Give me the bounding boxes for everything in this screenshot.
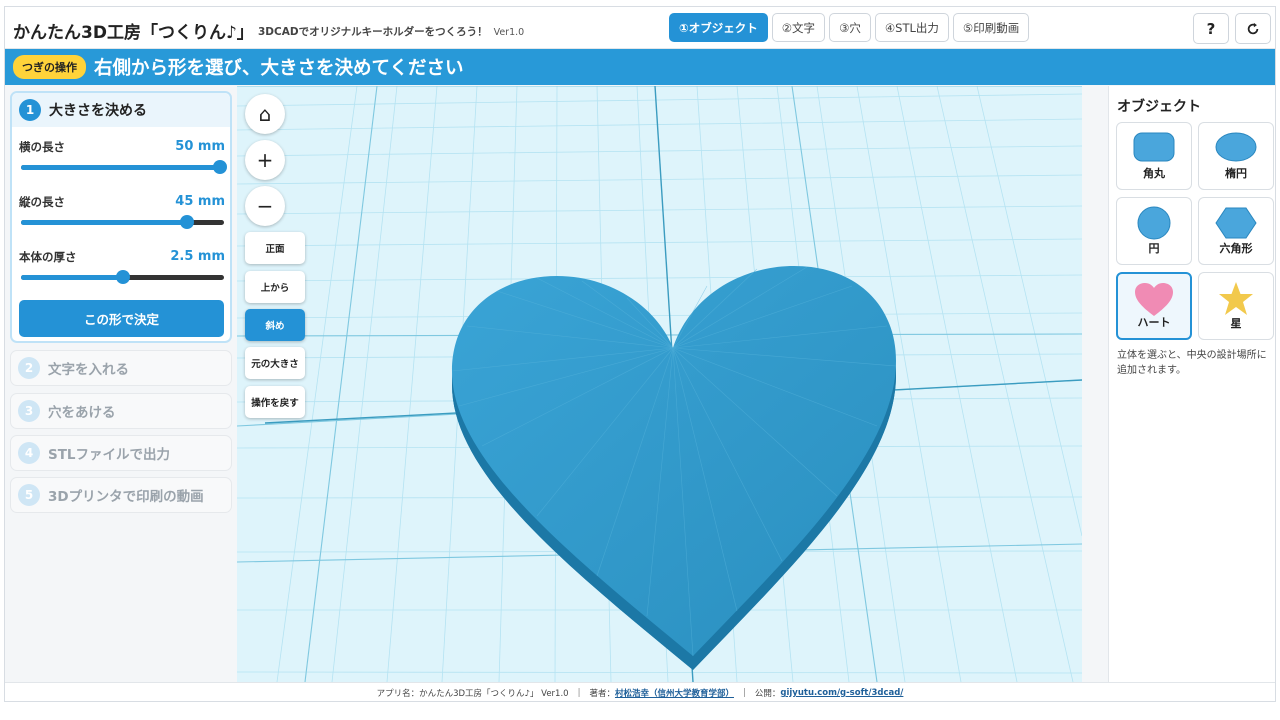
front-view-button[interactable]: 正面 bbox=[245, 232, 305, 264]
step-title: 穴をあける bbox=[48, 405, 116, 421]
step-stl-export[interactable]: 4 STLファイルで出力 bbox=[10, 435, 232, 471]
shape-label: 円 bbox=[1148, 242, 1160, 255]
step-number: 4 bbox=[18, 442, 40, 464]
reset-button[interactable] bbox=[1235, 13, 1271, 44]
shape-heart[interactable]: ハート bbox=[1116, 272, 1192, 340]
shape-star[interactable]: 星 bbox=[1198, 272, 1274, 340]
width-label: 横の長さ bbox=[19, 140, 65, 154]
step-number: 3 bbox=[18, 400, 40, 422]
app-title: かんたん3D工房「つくりん♪」 bbox=[13, 23, 254, 43]
size-step-card: 1 大きさを決める 横の長さ 50 mm 縦の長さ 45 mm 本体の厚さ 2.… bbox=[10, 91, 232, 343]
height-value: 45 mm bbox=[175, 194, 225, 209]
width-value: 50 mm bbox=[175, 139, 225, 154]
heart-model[interactable] bbox=[451, 266, 897, 670]
slider-fill bbox=[21, 275, 123, 280]
tab-object[interactable]: ①オブジェクト bbox=[669, 13, 768, 42]
shape-circle[interactable]: 円 bbox=[1116, 197, 1192, 265]
shape-label: 星 bbox=[1230, 317, 1242, 330]
footer-app-name: アプリ名：かんたん3D工房「つくりん♪」 Ver1.0 bbox=[376, 689, 569, 699]
author-link[interactable]: 村松浩幸（信州大学教育学部） bbox=[615, 687, 734, 699]
home-icon: ⌂ bbox=[258, 102, 272, 126]
slider-thumb[interactable] bbox=[180, 215, 195, 229]
zoom-in-icon: + bbox=[256, 148, 274, 172]
tab-hole[interactable]: ③穴 bbox=[829, 13, 871, 42]
step-title: 文字を入れる bbox=[48, 362, 129, 378]
thickness-value: 2.5 mm bbox=[170, 249, 225, 264]
step-add-text[interactable]: 2 文字を入れる bbox=[10, 350, 232, 386]
ellipse-icon bbox=[1215, 132, 1257, 162]
slider-fill bbox=[21, 220, 188, 225]
zoom-out-button[interactable]: − bbox=[245, 186, 285, 226]
footer-separator: | bbox=[577, 688, 581, 698]
shape-rounded-square[interactable]: 角丸 bbox=[1116, 122, 1192, 190]
undo-button[interactable]: 操作を戻す bbox=[245, 386, 305, 418]
home-view-button[interactable]: ⌂ bbox=[245, 94, 285, 134]
app-subtitle-text: 3DCADでオリジナルキーホルダーをつくろう！ bbox=[258, 26, 488, 38]
width-slider[interactable] bbox=[21, 160, 227, 174]
object-panel-note: 立体を選ぶと、中央の設計場所に追加されます。 bbox=[1117, 350, 1267, 376]
shape-label: 角丸 bbox=[1143, 167, 1165, 180]
app-subtitle: 3DCADでオリジナルキーホルダーをつくろう！ Ver1.0 bbox=[258, 24, 524, 39]
height-param: 縦の長さ 45 mm bbox=[12, 182, 230, 237]
slider-thumb[interactable] bbox=[115, 270, 130, 284]
shape-label: 六角形 bbox=[1219, 242, 1253, 255]
help-button[interactable]: ? bbox=[1193, 13, 1229, 44]
object-panel: オブジェクト 角丸 楕円 円 六角形 ハート 星 立体を選ぶと、中央の設計場所に… bbox=[1108, 86, 1275, 682]
shape-hexagon[interactable]: 六角形 bbox=[1198, 197, 1274, 265]
heart-icon bbox=[1135, 283, 1173, 316]
tab-text[interactable]: ②文字 bbox=[771, 13, 826, 42]
tab-stl-output[interactable]: ④STL出力 bbox=[874, 13, 949, 42]
step-tabs: ①オブジェクト ②文字 ③穴 ④STL出力 ⑤印刷動画 bbox=[669, 13, 1030, 42]
shape-label: ハート bbox=[1137, 316, 1171, 329]
refresh-icon bbox=[1247, 22, 1259, 34]
step-header: 1 大きさを決める bbox=[12, 93, 230, 127]
thickness-label: 本体の厚さ bbox=[19, 250, 77, 264]
circle-icon bbox=[1137, 206, 1171, 240]
design-viewport[interactable]: ⌂ + − 正面 上から 斜め 元の大きさ 操作を戻す bbox=[237, 86, 1082, 682]
step-number: 2 bbox=[18, 357, 40, 379]
tab-print-video[interactable]: ⑤印刷動画 bbox=[952, 13, 1030, 42]
shape-label: 楕円 bbox=[1225, 167, 1247, 180]
step-number: 1 bbox=[19, 99, 41, 121]
object-panel-title: オブジェクト bbox=[1117, 99, 1201, 115]
footer-publish-label: 公開： bbox=[754, 689, 781, 699]
app-version: Ver1.0 bbox=[493, 27, 525, 38]
zoom-in-button[interactable]: + bbox=[245, 140, 285, 180]
footer: アプリ名：かんたん3D工房「つくりん♪」 Ver1.0 | 著者： 村松浩幸（信… bbox=[5, 682, 1275, 701]
footer-separator: | bbox=[742, 688, 746, 698]
reset-size-button[interactable]: 元の大きさ bbox=[245, 347, 305, 379]
oblique-view-button[interactable]: 斜め bbox=[245, 309, 305, 341]
height-label: 縦の長さ bbox=[19, 195, 65, 209]
zoom-out-icon: − bbox=[256, 194, 274, 218]
slider-thumb[interactable] bbox=[212, 160, 227, 174]
rounded-square-icon bbox=[1133, 132, 1175, 162]
thickness-param: 本体の厚さ 2.5 mm bbox=[12, 237, 230, 292]
height-slider[interactable] bbox=[21, 215, 224, 229]
publish-link[interactable]: gijyutu.com/g-soft/3dcad/ bbox=[780, 688, 903, 698]
slider-fill bbox=[21, 165, 220, 170]
hexagon-icon bbox=[1215, 207, 1257, 239]
grid-and-model[interactable] bbox=[237, 86, 1082, 682]
step-title: 大きさを決める bbox=[49, 103, 147, 119]
instruction-text: 右側から形を選び、大きさを決めてください bbox=[94, 58, 464, 79]
shape-ellipse[interactable]: 楕円 bbox=[1198, 122, 1274, 190]
steps-panel: 1 大きさを決める 横の長さ 50 mm 縦の長さ 45 mm 本体の厚さ 2.… bbox=[5, 86, 237, 682]
footer-author-label: 著者： bbox=[589, 689, 615, 699]
step-number: 5 bbox=[18, 484, 40, 506]
step-title: STLファイルで出力 bbox=[48, 447, 171, 463]
step-print-video[interactable]: 5 3Dプリンタで印刷の動画 bbox=[10, 477, 232, 513]
confirm-shape-button[interactable]: この形で決定 bbox=[19, 300, 224, 337]
top-view-button[interactable]: 上から bbox=[245, 271, 305, 303]
step-title: 3Dプリンタで印刷の動画 bbox=[48, 489, 204, 505]
star-icon bbox=[1219, 282, 1253, 315]
step-make-hole[interactable]: 3 穴をあける bbox=[10, 393, 232, 429]
thickness-slider[interactable] bbox=[21, 270, 224, 284]
app-window: かんたん3D工房「つくりん♪」 3DCADでオリジナルキーホルダーをつくろう！ V… bbox=[4, 6, 1276, 702]
next-step-badge: つぎの操作 bbox=[13, 55, 86, 79]
instruction-banner: つぎの操作 右側から形を選び、大きさを決めてください bbox=[5, 49, 1275, 85]
app-header: かんたん3D工房「つくりん♪」 3DCADでオリジナルキーホルダーをつくろう！ V… bbox=[5, 7, 1275, 49]
width-param: 横の長さ 50 mm bbox=[12, 127, 230, 182]
